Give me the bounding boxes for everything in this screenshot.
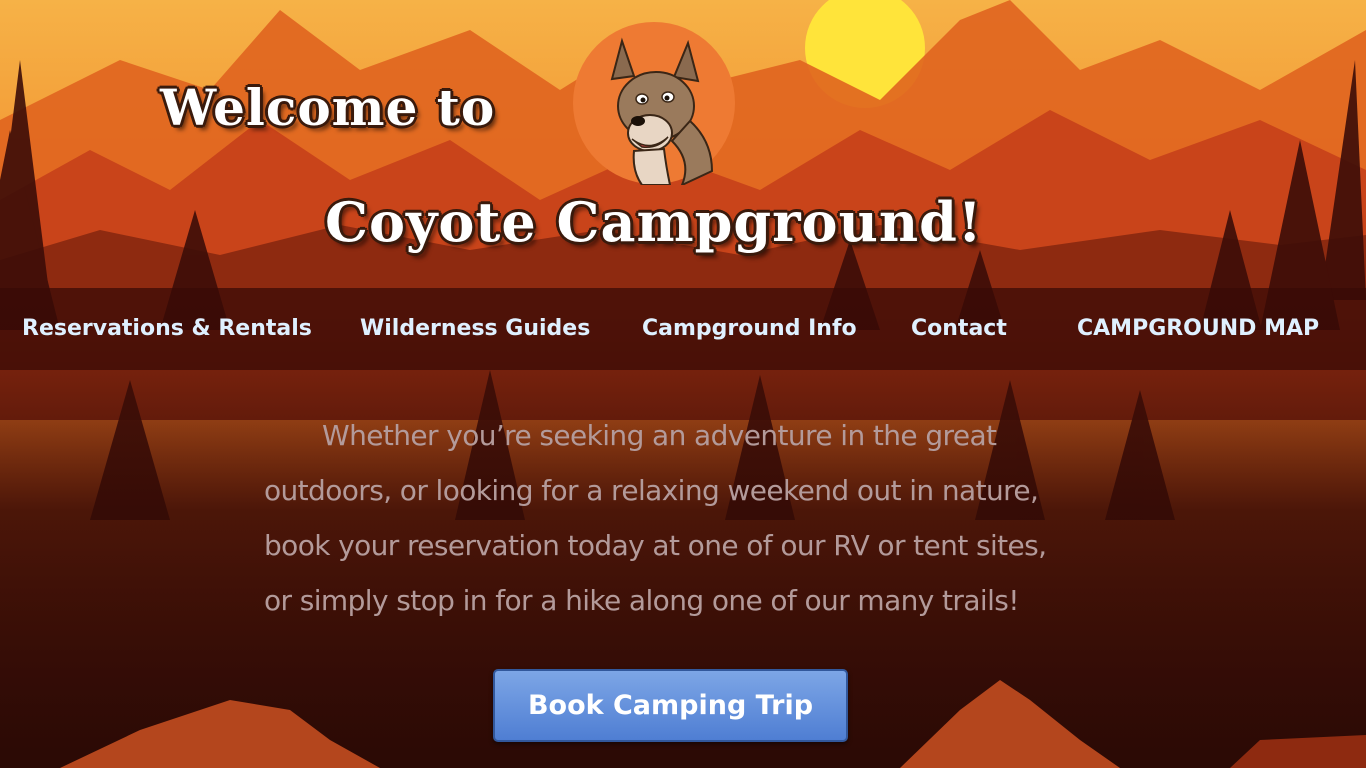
nav-reservations-rentals[interactable]: Reservations & Rentals (22, 288, 312, 370)
nav-campground-info[interactable]: Campground Info (642, 288, 857, 370)
book-camping-trip-button[interactable]: Book Camping Trip (493, 669, 848, 742)
main-navbar: Reservations & Rentals Wilderness Guides… (0, 288, 1366, 370)
intro-paragraph: Whether you’re seeking an adventure in t… (240, 408, 1110, 628)
nav-wilderness-guides[interactable]: Wilderness Guides (360, 288, 590, 370)
intro-line: or simply stop in for a hike along one o… (264, 584, 1019, 617)
nav-contact[interactable]: Contact (911, 288, 1007, 370)
coyote-mascot-icon (573, 22, 735, 185)
welcome-title-line: Welcome to (160, 78, 496, 137)
page: Welcome to Coyote Campground! Reservatio… (0, 0, 1366, 768)
intro-line: book your reservation today at one of ou… (264, 529, 1047, 562)
nav-campground-map[interactable]: CAMPGROUND MAP (1077, 288, 1319, 370)
campground-title-line: Coyote Campground! (325, 190, 983, 254)
intro-line: Whether you’re seeking an adventure in t… (322, 419, 997, 452)
intro-line: outdoors, or looking for a relaxing week… (264, 474, 1039, 507)
